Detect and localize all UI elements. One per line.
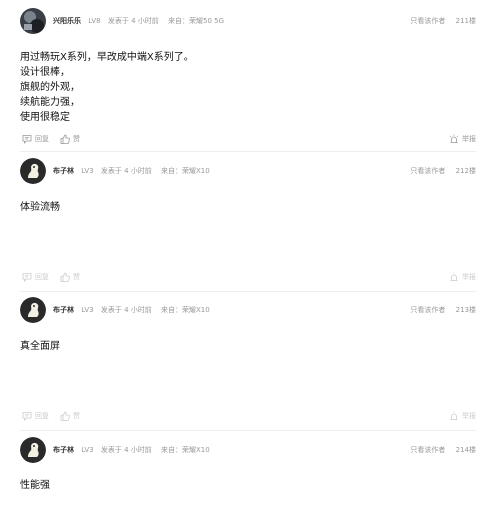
user-level: LV3 <box>81 446 94 454</box>
content-line: 续航能力强， <box>20 97 80 108</box>
report-label: 举报 <box>462 273 476 281</box>
thumbs-up-icon <box>60 272 70 282</box>
post-divider <box>20 151 476 152</box>
like-label: 赞 <box>73 273 80 281</box>
only-author-link[interactable]: 只看该作者 <box>410 446 445 454</box>
like-button[interactable]: 赞 <box>60 133 80 145</box>
like-button[interactable]: 赞 <box>60 410 80 422</box>
comment-icon <box>22 135 32 144</box>
post-time: 发表于 4 小时前 <box>100 167 152 175</box>
content-line: 体验流畅 <box>20 202 60 213</box>
report-label: 举报 <box>462 412 476 420</box>
post-meta: 兴阳乐乐 LV8 发表于 4 小时前 来自：荣耀50 5G <box>53 16 224 26</box>
comment-icon <box>22 273 32 282</box>
content-line: 性能强 <box>20 480 50 491</box>
report-label: 举报 <box>462 135 476 143</box>
reply-button[interactable]: 回复 <box>22 271 49 283</box>
post-divider <box>20 291 476 292</box>
content-line: 设计很棒， <box>20 67 70 78</box>
alarm-icon <box>449 134 459 143</box>
post-header: 布子林 LV3 发表于 4 小时前 来自：荣耀X10 只看该作者 212楼 <box>20 158 476 184</box>
post-meta: 布子林 LV3 发表于 4 小时前 来自：荣耀X10 <box>53 166 210 176</box>
post-right-meta: 只看该作者 211楼 <box>410 16 476 26</box>
reply-button[interactable]: 回复 <box>22 410 49 422</box>
post-meta: 布子林 LV3 发表于 4 小时前 来自：荣耀X10 <box>53 445 210 455</box>
only-author-link[interactable]: 只看该作者 <box>410 17 445 25</box>
author-name[interactable]: 兴阳乐乐 <box>53 17 81 25</box>
only-author-link[interactable]: 只看该作者 <box>410 167 445 175</box>
post-divider <box>20 430 476 431</box>
post-source: 来自：荣耀X10 <box>160 306 210 314</box>
alarm-icon <box>450 272 458 281</box>
post-content: 体验流畅 <box>20 200 60 215</box>
alarm-icon <box>450 411 458 420</box>
post-source: 来自：荣耀X10 <box>160 446 210 454</box>
like-label: 赞 <box>73 412 80 420</box>
post-right-meta: 只看该作者 212楼 <box>410 166 476 176</box>
reply-label: 回复 <box>35 412 49 420</box>
like-button[interactable]: 赞 <box>60 271 80 283</box>
comment-icon <box>22 412 32 421</box>
reply-label: 回复 <box>35 273 49 281</box>
author-name[interactable]: 布子林 <box>53 306 74 314</box>
report-button[interactable]: 举报 <box>449 410 476 422</box>
floor-number: 214楼 <box>455 446 476 454</box>
author-name[interactable]: 布子林 <box>53 446 74 454</box>
post-content: 用过畅玩X系列，早改成中端X系列了。 设计很棒， 旗舰的外观， 续航能力强， 使… <box>20 50 194 125</box>
post-content: 真全面屏 <box>20 339 60 354</box>
report-button[interactable]: 举报 <box>449 133 476 145</box>
author-name[interactable]: 布子林 <box>53 167 74 175</box>
post-actions: 回复 赞 举报 <box>20 271 476 283</box>
user-level: LV3 <box>81 167 94 175</box>
post-actions: 回复 赞 举报 <box>20 133 476 145</box>
content-line: 真全面屏 <box>20 341 60 352</box>
post-time: 发表于 4 小时前 <box>100 306 152 314</box>
post-actions: 回复 赞 举报 <box>20 410 476 422</box>
like-label: 赞 <box>73 135 80 143</box>
post-header: 布子林 LV3 发表于 4 小时前 来自：荣耀X10 只看该作者 213楼 <box>20 297 476 323</box>
post-right-meta: 只看该作者 213楼 <box>410 305 476 315</box>
content-line: 用过畅玩X系列，早改成中端X系列了。 <box>20 52 194 63</box>
avatar[interactable] <box>20 437 46 463</box>
post-source: 来自：荣耀50 5G <box>167 17 224 25</box>
reply-label: 回复 <box>35 135 49 143</box>
report-button[interactable]: 举报 <box>449 271 476 283</box>
floor-number: 213楼 <box>455 306 476 314</box>
avatar[interactable] <box>20 8 46 34</box>
post-time: 发表于 4 小时前 <box>100 446 152 454</box>
reply-button[interactable]: 回复 <box>22 133 49 145</box>
post-header: 布子林 LV3 发表于 4 小时前 来自：荣耀X10 只看该作者 214楼 <box>20 437 476 463</box>
user-level: LV8 <box>88 17 101 25</box>
floor-number: 212楼 <box>455 167 476 175</box>
content-line: 旗舰的外观， <box>20 82 80 93</box>
avatar[interactable] <box>20 297 46 323</box>
post-meta: 布子林 LV3 发表于 4 小时前 来自：荣耀X10 <box>53 305 210 315</box>
content-line: 使用很稳定 <box>20 112 70 123</box>
post-source: 来自：荣耀X10 <box>160 167 210 175</box>
floor-number: 211楼 <box>455 17 476 25</box>
user-level: LV3 <box>81 306 94 314</box>
post-time: 发表于 4 小时前 <box>107 17 159 25</box>
avatar[interactable] <box>20 158 46 184</box>
post-right-meta: 只看该作者 214楼 <box>410 445 476 455</box>
post-content: 性能强 <box>20 478 50 493</box>
thumbs-up-icon <box>60 134 70 144</box>
only-author-link[interactable]: 只看该作者 <box>410 306 445 314</box>
thumbs-up-icon <box>60 411 70 421</box>
post-header: 兴阳乐乐 LV8 发表于 4 小时前 来自：荣耀50 5G 只看该作者 211楼 <box>20 8 476 34</box>
